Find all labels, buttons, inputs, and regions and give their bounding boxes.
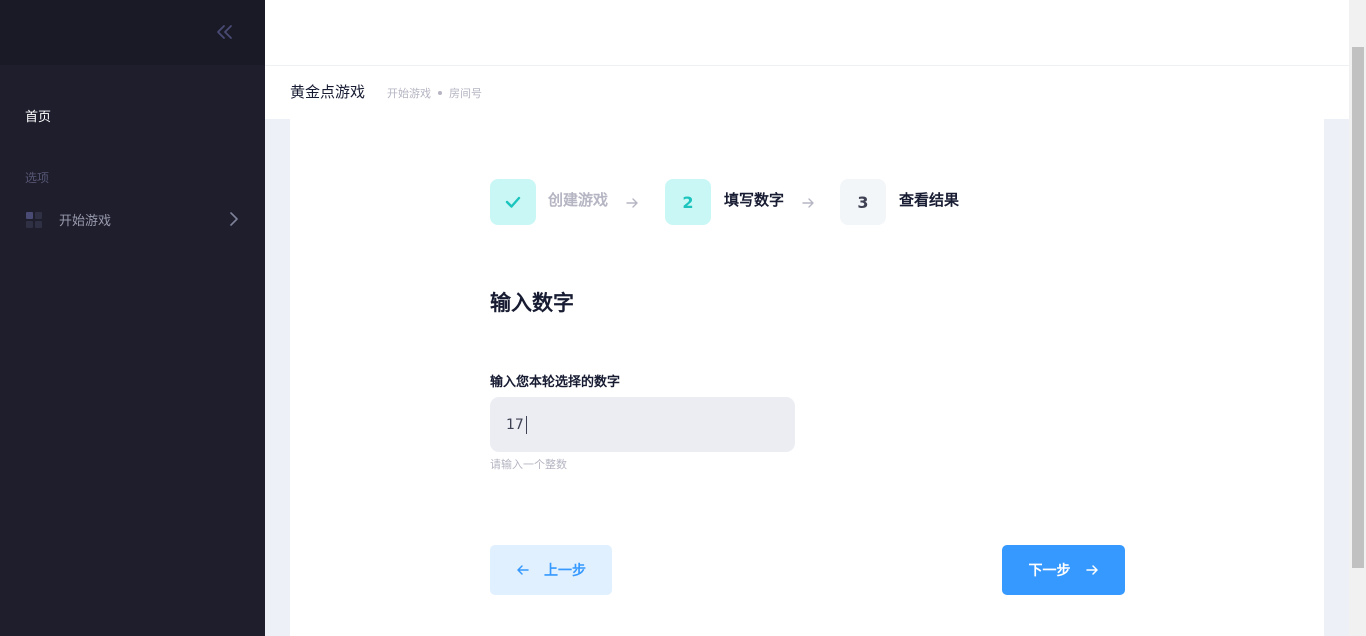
number-input-value: 17: [506, 416, 524, 433]
number-field-hint: 请输入一个整数: [490, 458, 567, 471]
sidebar-section-label: 选项: [25, 171, 50, 185]
form-heading: 输入数字: [490, 291, 574, 315]
page-header: 黄金点游戏 开始游戏 房间号: [265, 0, 1349, 119]
step-number-badge: 2: [665, 179, 711, 225]
header-divider: [265, 65, 1349, 66]
arrow-right-icon: [801, 195, 815, 209]
page-title: 黄金点游戏: [290, 83, 366, 101]
previous-step-label: 上一步: [544, 563, 586, 579]
number-input[interactable]: 17: [490, 397, 795, 452]
chevron-right-icon: [228, 211, 240, 226]
breadcrumb: 开始游戏 房间号: [387, 85, 482, 101]
sidebar-item-label: 开始游戏: [59, 214, 112, 229]
layout-grid-icon: [26, 212, 42, 228]
arrow-right-icon: [625, 195, 639, 209]
step-label: 填写数字: [724, 191, 785, 209]
step-number-badge: 3: [840, 179, 886, 225]
breadcrumb-item-start-game[interactable]: 开始游戏: [387, 85, 431, 101]
sidebar: 首页 选项 开始游戏: [0, 0, 265, 636]
step-completed-badge: [490, 179, 536, 225]
wizard-card: 创建游戏 2 填写数字 3 查看结果 输入数字 输入您本轮选择的数字 17 请输…: [290, 119, 1324, 636]
step-label: 创建游戏: [548, 191, 609, 209]
step-label: 查看结果: [899, 191, 960, 209]
sidebar-item-home[interactable]: 首页: [25, 106, 51, 125]
next-step-button[interactable]: 下一步: [1002, 545, 1125, 595]
arrow-right-icon: [1085, 565, 1098, 575]
sidebar-brand: [0, 0, 265, 65]
breadcrumb-item-room[interactable]: 房间号: [449, 85, 482, 101]
next-step-label: 下一步: [1028, 563, 1071, 579]
sidebar-item-start-game[interactable]: 开始游戏: [0, 206, 265, 232]
breadcrumb-separator: [438, 91, 442, 95]
sidebar-collapse-icon[interactable]: [214, 22, 234, 42]
text-caret: [525, 415, 527, 434]
previous-step-button[interactable]: 上一步: [490, 545, 612, 595]
scrollbar-thumb[interactable]: [1352, 47, 1364, 568]
number-field-label: 输入您本轮选择的数字: [490, 375, 621, 390]
check-icon: [505, 196, 521, 208]
arrow-left-icon: [517, 565, 529, 575]
